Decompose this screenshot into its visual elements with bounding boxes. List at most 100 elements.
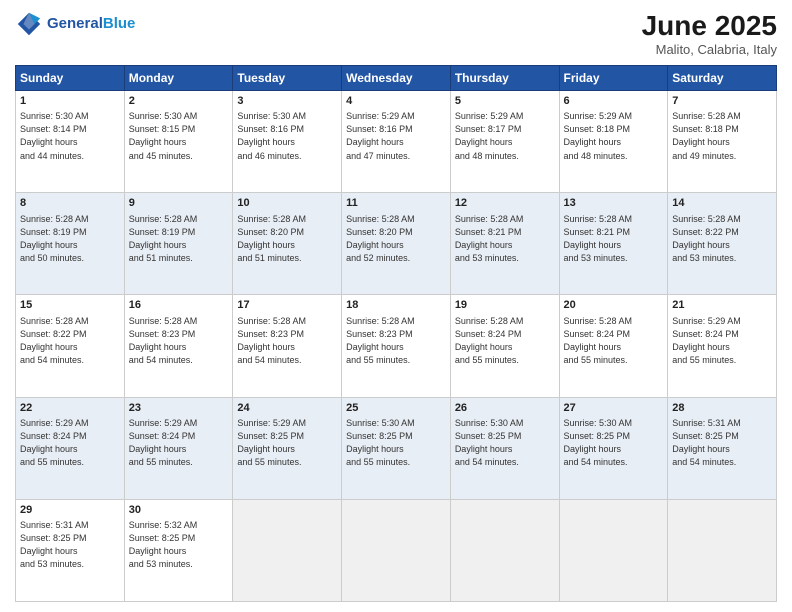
day-info: Sunrise: 5:28 AM Sunset: 8:23 PM Dayligh… [346,315,446,367]
day-info: Sunrise: 5:31 AM Sunset: 8:25 PM Dayligh… [20,519,120,571]
logo-general: General [47,15,103,32]
day-number: 22 [20,401,120,416]
day-number: 3 [237,94,337,109]
col-saturday: Saturday [668,66,777,91]
title-area: June 2025 Malito, Calabria, Italy [642,10,777,57]
location-subtitle: Malito, Calabria, Italy [642,42,777,57]
col-thursday: Thursday [450,66,559,91]
day-number: 15 [20,298,120,313]
table-row: 23 Sunrise: 5:29 AM Sunset: 8:24 PM Dayl… [124,397,233,499]
table-row: 2 Sunrise: 5:30 AM Sunset: 8:15 PM Dayli… [124,91,233,193]
day-number: 23 [129,401,229,416]
table-row: 20 Sunrise: 5:28 AM Sunset: 8:24 PM Dayl… [559,295,668,397]
day-info: Sunrise: 5:30 AM Sunset: 8:16 PM Dayligh… [237,110,337,162]
table-row [450,499,559,601]
table-row: 4 Sunrise: 5:29 AM Sunset: 8:16 PM Dayli… [342,91,451,193]
day-number: 12 [455,196,555,211]
table-row [342,499,451,601]
day-number: 29 [20,503,120,518]
col-wednesday: Wednesday [342,66,451,91]
table-row: 1 Sunrise: 5:30 AM Sunset: 8:14 PM Dayli… [16,91,125,193]
table-row [559,499,668,601]
logo-text: GeneralBlue [47,16,135,33]
day-number: 16 [129,298,229,313]
day-number: 1 [20,94,120,109]
day-info: Sunrise: 5:30 AM Sunset: 8:25 PM Dayligh… [455,417,555,469]
table-row: 12 Sunrise: 5:28 AM Sunset: 8:21 PM Dayl… [450,193,559,295]
day-info: Sunrise: 5:28 AM Sunset: 8:21 PM Dayligh… [564,213,664,265]
day-info: Sunrise: 5:28 AM Sunset: 8:18 PM Dayligh… [672,110,772,162]
table-row: 6 Sunrise: 5:29 AM Sunset: 8:18 PM Dayli… [559,91,668,193]
table-row: 27 Sunrise: 5:30 AM Sunset: 8:25 PM Dayl… [559,397,668,499]
day-info: Sunrise: 5:28 AM Sunset: 8:20 PM Dayligh… [346,213,446,265]
day-info: Sunrise: 5:31 AM Sunset: 8:25 PM Dayligh… [672,417,772,469]
table-row [668,499,777,601]
table-row: 24 Sunrise: 5:29 AM Sunset: 8:25 PM Dayl… [233,397,342,499]
day-number: 28 [672,401,772,416]
table-row: 3 Sunrise: 5:30 AM Sunset: 8:16 PM Dayli… [233,91,342,193]
day-number: 26 [455,401,555,416]
day-number: 7 [672,94,772,109]
day-number: 6 [564,94,664,109]
month-title: June 2025 [642,10,777,42]
calendar-header-row: Sunday Monday Tuesday Wednesday Thursday… [16,66,777,91]
day-info: Sunrise: 5:29 AM Sunset: 8:16 PM Dayligh… [346,110,446,162]
day-info: Sunrise: 5:28 AM Sunset: 8:21 PM Dayligh… [455,213,555,265]
calendar-row: 1 Sunrise: 5:30 AM Sunset: 8:14 PM Dayli… [16,91,777,193]
table-row: 25 Sunrise: 5:30 AM Sunset: 8:25 PM Dayl… [342,397,451,499]
day-number: 4 [346,94,446,109]
day-info: Sunrise: 5:30 AM Sunset: 8:25 PM Dayligh… [346,417,446,469]
day-info: Sunrise: 5:29 AM Sunset: 8:24 PM Dayligh… [129,417,229,469]
calendar-row: 29 Sunrise: 5:31 AM Sunset: 8:25 PM Dayl… [16,499,777,601]
day-info: Sunrise: 5:28 AM Sunset: 8:24 PM Dayligh… [455,315,555,367]
col-friday: Friday [559,66,668,91]
table-row: 8 Sunrise: 5:28 AM Sunset: 8:19 PM Dayli… [16,193,125,295]
table-row: 22 Sunrise: 5:29 AM Sunset: 8:24 PM Dayl… [16,397,125,499]
day-number: 25 [346,401,446,416]
col-tuesday: Tuesday [233,66,342,91]
day-info: Sunrise: 5:28 AM Sunset: 8:20 PM Dayligh… [237,213,337,265]
col-monday: Monday [124,66,233,91]
day-number: 17 [237,298,337,313]
logo: GeneralBlue [15,10,135,38]
day-info: Sunrise: 5:32 AM Sunset: 8:25 PM Dayligh… [129,519,229,571]
calendar-table: Sunday Monday Tuesday Wednesday Thursday… [15,65,777,602]
day-number: 19 [455,298,555,313]
day-number: 8 [20,196,120,211]
table-row: 13 Sunrise: 5:28 AM Sunset: 8:21 PM Dayl… [559,193,668,295]
day-info: Sunrise: 5:29 AM Sunset: 8:25 PM Dayligh… [237,417,337,469]
day-info: Sunrise: 5:28 AM Sunset: 8:19 PM Dayligh… [20,213,120,265]
day-number: 5 [455,94,555,109]
day-number: 20 [564,298,664,313]
day-number: 9 [129,196,229,211]
day-info: Sunrise: 5:28 AM Sunset: 8:22 PM Dayligh… [672,213,772,265]
logo-icon [15,10,43,38]
table-row [233,499,342,601]
day-info: Sunrise: 5:28 AM Sunset: 8:23 PM Dayligh… [237,315,337,367]
table-row: 29 Sunrise: 5:31 AM Sunset: 8:25 PM Dayl… [16,499,125,601]
day-info: Sunrise: 5:29 AM Sunset: 8:24 PM Dayligh… [672,315,772,367]
day-number: 18 [346,298,446,313]
day-info: Sunrise: 5:29 AM Sunset: 8:24 PM Dayligh… [20,417,120,469]
logo-blue: Blue [103,15,136,32]
day-info: Sunrise: 5:30 AM Sunset: 8:25 PM Dayligh… [564,417,664,469]
calendar-row: 22 Sunrise: 5:29 AM Sunset: 8:24 PM Dayl… [16,397,777,499]
day-number: 14 [672,196,772,211]
table-row: 30 Sunrise: 5:32 AM Sunset: 8:25 PM Dayl… [124,499,233,601]
day-number: 2 [129,94,229,109]
day-number: 30 [129,503,229,518]
table-row: 26 Sunrise: 5:30 AM Sunset: 8:25 PM Dayl… [450,397,559,499]
table-row: 17 Sunrise: 5:28 AM Sunset: 8:23 PM Dayl… [233,295,342,397]
day-info: Sunrise: 5:29 AM Sunset: 8:18 PM Dayligh… [564,110,664,162]
day-info: Sunrise: 5:30 AM Sunset: 8:14 PM Dayligh… [20,110,120,162]
day-info: Sunrise: 5:28 AM Sunset: 8:23 PM Dayligh… [129,315,229,367]
table-row: 15 Sunrise: 5:28 AM Sunset: 8:22 PM Dayl… [16,295,125,397]
table-row: 18 Sunrise: 5:28 AM Sunset: 8:23 PM Dayl… [342,295,451,397]
table-row: 10 Sunrise: 5:28 AM Sunset: 8:20 PM Dayl… [233,193,342,295]
day-number: 13 [564,196,664,211]
table-row: 7 Sunrise: 5:28 AM Sunset: 8:18 PM Dayli… [668,91,777,193]
table-row: 28 Sunrise: 5:31 AM Sunset: 8:25 PM Dayl… [668,397,777,499]
day-info: Sunrise: 5:28 AM Sunset: 8:24 PM Dayligh… [564,315,664,367]
table-row: 14 Sunrise: 5:28 AM Sunset: 8:22 PM Dayl… [668,193,777,295]
day-number: 27 [564,401,664,416]
